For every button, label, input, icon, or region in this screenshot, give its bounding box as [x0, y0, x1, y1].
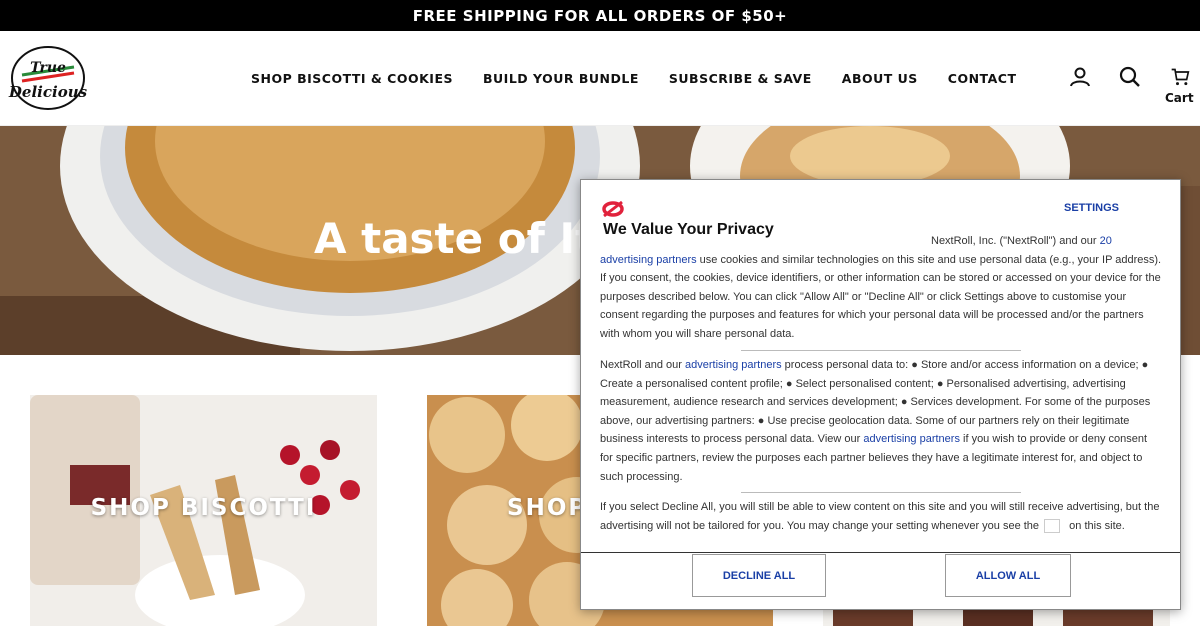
- privacy-purposes: NextRoll and our advertising partners pr…: [600, 359, 1151, 483]
- cart-label[interactable]: Cart: [1165, 91, 1194, 105]
- announcement-text: FREE SHIPPING FOR ALL ORDERS OF $50+: [412, 6, 788, 25]
- decline-all-button[interactable]: DECLINE ALL: [692, 554, 826, 597]
- user-icon[interactable]: [1068, 65, 1092, 89]
- cart-icon[interactable]: [1170, 67, 1190, 87]
- shop-biscotti-card[interactable]: SHOP BISCOTTI: [30, 395, 377, 626]
- nav-build-your-bundle[interactable]: BUILD YOUR BUNDLE: [483, 71, 639, 86]
- nav-shop-biscotti-cookies[interactable]: SHOP BISCOTTI & COOKIES: [251, 71, 453, 86]
- allow-all-button[interactable]: ALLOW ALL: [945, 554, 1071, 597]
- advertising-partners-link[interactable]: advertising partners: [685, 359, 782, 371]
- true-delicious-logo[interactable]: True Delicious: [8, 45, 88, 111]
- nav-about-us[interactable]: ABOUT US: [842, 71, 918, 86]
- nextroll-settings-icon[interactable]: [1044, 518, 1061, 533]
- svg-text:Delicious: Delicious: [8, 83, 88, 101]
- privacy-content: SETTINGS We Value Your Privacy NextRoll,…: [581, 180, 1180, 553]
- advertising-partners-link[interactable]: advertising partners: [863, 433, 960, 445]
- settings-link[interactable]: SETTINGS: [1064, 202, 1119, 214]
- privacy-intro: NextRoll, Inc. ("NextRoll") and our 20 a…: [600, 235, 1162, 340]
- hero-title: A taste of Ita: [314, 214, 624, 263]
- announcement-bar: FREE SHIPPING FOR ALL ORDERS OF $50+: [0, 0, 1200, 31]
- divider: [741, 350, 1021, 351]
- nav-subscribe-save[interactable]: SUBSCRIBE & SAVE: [669, 71, 812, 86]
- card-label[interactable]: SHOP BISCOTTI: [30, 495, 377, 521]
- nextroll-logo-icon: [602, 200, 624, 218]
- main-nav: SHOP BISCOTTI & COOKIES BUILD YOUR BUNDL…: [236, 31, 1031, 126]
- privacy-consent-dialog: SETTINGS We Value Your Privacy NextRoll,…: [580, 179, 1181, 610]
- svg-text:True: True: [30, 60, 66, 76]
- search-icon[interactable]: [1118, 65, 1142, 89]
- privacy-decline-note: If you select Decline All, you will stil…: [600, 501, 1160, 533]
- divider: [741, 492, 1021, 493]
- site-header: True Delicious SHOP BISCOTTI & COOKIES B…: [0, 31, 1200, 126]
- nav-contact[interactable]: CONTACT: [948, 71, 1017, 86]
